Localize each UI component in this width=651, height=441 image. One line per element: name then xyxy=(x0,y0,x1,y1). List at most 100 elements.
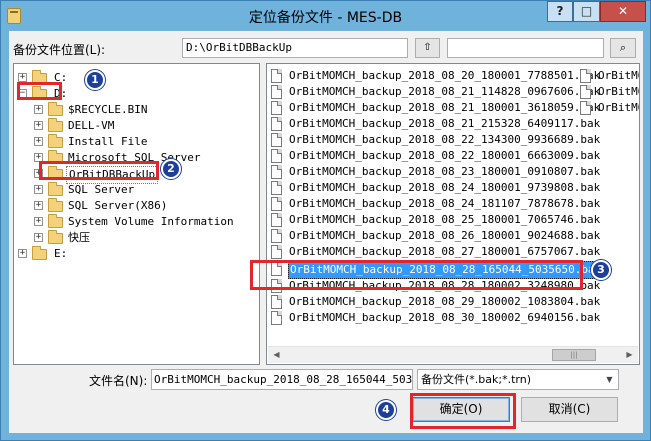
annotation-number-4: 4 xyxy=(376,400,396,420)
folder-icon xyxy=(48,150,63,164)
file-item[interactable]: OrBitMO xyxy=(580,100,639,118)
tree-item-label: SQL Server xyxy=(68,183,135,196)
file-name: OrBitMOMCH_backup_2018_08_24_181107_7878… xyxy=(289,197,601,210)
file-name: OrBitMO xyxy=(598,85,640,98)
bak-file-icon xyxy=(271,101,282,115)
cancel-button[interactable]: 取消(C) xyxy=(521,397,618,422)
search-input[interactable] xyxy=(447,38,604,58)
tree-item-label: C: xyxy=(54,71,68,84)
scroll-right-icon[interactable]: ▶ xyxy=(621,347,638,363)
tree-item-sql-server[interactable]: + SQL Server xyxy=(34,182,258,198)
annotation-number-1: 1 xyxy=(85,70,105,90)
bak-file-icon xyxy=(580,85,591,99)
file-list[interactable]: OrBitMOMCH_backup_2018_08_20_180001_7788… xyxy=(266,63,640,365)
folder-icon xyxy=(48,102,63,116)
bak-file-icon xyxy=(271,213,282,227)
file-item[interactable]: OrBitMOMCH_backup_2018_08_30_180002_6940… xyxy=(271,310,600,328)
tree-item-c[interactable]: + C: xyxy=(18,70,258,86)
bak-file-icon xyxy=(271,197,282,211)
folder-open-icon xyxy=(32,86,47,100)
filename-label: 文件名(N): xyxy=(89,374,148,388)
bak-file-icon xyxy=(271,149,282,163)
close-button[interactable]: ✕ xyxy=(600,1,646,22)
tree-item-system-volume-information[interactable]: + System Volume Information xyxy=(34,214,258,230)
expand-icon[interactable]: + xyxy=(18,249,27,258)
chevron-down-icon[interactable]: ▼ xyxy=(601,370,618,389)
bak-file-icon xyxy=(271,262,282,276)
tree-item-d[interactable]: − D: xyxy=(18,86,258,102)
folder-tree[interactable]: + C: − D: + $RECYCLE.BIN + DELL-VM + Ins… xyxy=(13,63,260,365)
collapse-icon[interactable]: − xyxy=(18,89,27,98)
scroll-left-icon[interactable]: ◀ xyxy=(268,347,285,363)
folder-icon xyxy=(48,118,63,132)
backup-location-label: 备份文件位置(L): xyxy=(13,43,106,57)
file-item-selected[interactable]: OrBitMOMCH_backup_2018_08_28_165044_5035… xyxy=(271,261,604,279)
file-name: OrBitMOMCH_backup_2018_08_28_165044_5035… xyxy=(288,261,604,279)
file-name: OrBitMO xyxy=(598,69,640,82)
file-name: OrBitMOMCH_backup_2018_08_21_114828_0967… xyxy=(289,85,601,98)
file-name: OrBitMOMCH_backup_2018_08_30_180002_6940… xyxy=(289,311,601,324)
scrollbar-thumb[interactable]: ||| xyxy=(552,349,596,361)
bak-file-icon xyxy=(271,69,282,83)
bak-file-icon xyxy=(271,295,282,309)
folder-icon xyxy=(48,182,63,196)
filetype-value: 备份文件(*.bak;*.trn) xyxy=(421,373,531,386)
expand-icon[interactable]: + xyxy=(34,153,43,162)
file-item[interactable]: OrBitMOMCH_backup_2018_08_27_180001_6757… xyxy=(271,244,600,262)
tree-item-label: $RECYCLE.BIN xyxy=(68,103,148,116)
folder-icon xyxy=(48,214,63,228)
file-name: OrBitMOMCH_backup_2018_08_22_180001_6663… xyxy=(289,149,601,162)
maximize-button[interactable]: □ xyxy=(573,1,600,22)
help-button[interactable]: ? xyxy=(547,1,573,22)
expand-icon[interactable]: + xyxy=(34,169,43,178)
tree-item-kuaiya[interactable]: + 快压 xyxy=(34,230,258,246)
file-name: OrBitMOMCH_backup_2018_08_28_180002_3248… xyxy=(289,279,601,292)
file-name: OrBitMOMCH_backup_2018_08_21_215328_6409… xyxy=(289,117,601,130)
tree-item-label: 快压 xyxy=(68,231,90,244)
file-name: OrBitMOMCH_backup_2018_08_23_180001_0910… xyxy=(289,165,601,178)
file-name: OrBitMOMCH_backup_2018_08_29_180002_1083… xyxy=(289,295,601,308)
tree-item-e[interactable]: + E: xyxy=(18,246,258,262)
horizontal-scrollbar[interactable]: ◀ ||| ▶ xyxy=(268,346,638,363)
folder-icon xyxy=(32,246,47,260)
tree-item-label: D: xyxy=(54,87,68,100)
folder-up-icon: ⇧ xyxy=(423,42,432,53)
bak-file-icon xyxy=(271,229,282,243)
bak-file-icon xyxy=(580,69,591,83)
bak-file-icon xyxy=(271,85,282,99)
expand-icon[interactable]: + xyxy=(34,201,43,210)
filetype-select[interactable]: 备份文件(*.bak;*.trn) ▼ xyxy=(417,369,619,390)
tree-item-orbitdbbackup[interactable]: + OrBitDBBackUp xyxy=(34,166,258,184)
title-bar: 定位备份文件 - MES-DB ? □ ✕ xyxy=(1,1,650,31)
folder-icon xyxy=(48,198,63,212)
file-name: OrBitMOMCH_backup_2018_08_20_180001_7788… xyxy=(289,69,601,82)
bak-file-icon xyxy=(271,311,282,325)
expand-icon[interactable]: + xyxy=(34,217,43,226)
expand-icon[interactable]: + xyxy=(34,121,43,130)
tree-item-install-file[interactable]: + Install File xyxy=(34,134,258,150)
tree-item-dell-vm[interactable]: + DELL-VM xyxy=(34,118,258,134)
expand-icon[interactable]: + xyxy=(34,233,43,242)
tree-item-recycle-bin[interactable]: + $RECYCLE.BIN xyxy=(34,102,258,118)
search-button[interactable]: ⌕ xyxy=(610,38,636,58)
ok-button[interactable]: 确定(O) xyxy=(412,397,510,422)
bak-file-icon xyxy=(271,117,282,131)
backup-location-field[interactable]: D:\OrBitDBBackUp xyxy=(182,38,408,58)
expand-icon[interactable]: + xyxy=(34,105,43,114)
tree-item-label: DELL-VM xyxy=(68,119,115,132)
bak-file-icon xyxy=(271,165,282,179)
expand-icon[interactable]: + xyxy=(34,185,43,194)
file-name: OrBitMOMCH_backup_2018_08_26_180001_9024… xyxy=(289,229,601,242)
bak-file-icon xyxy=(271,133,282,147)
expand-icon[interactable]: + xyxy=(34,137,43,146)
tree-item-sql-server-x86[interactable]: + SQL Server(X86) xyxy=(34,198,258,214)
tree-item-label: System Volume Information xyxy=(68,215,234,228)
annotation-number-3: 3 xyxy=(591,260,611,280)
expand-icon[interactable]: + xyxy=(18,73,27,82)
browse-folder-button[interactable]: ⇧ xyxy=(415,38,440,58)
folder-icon xyxy=(48,230,63,244)
filename-field[interactable]: OrBitMOMCH_backup_2018_08_28_165044_5035… xyxy=(151,369,413,390)
tree-item-microsoft-sql-server[interactable]: + Microsoft SQL Server xyxy=(34,150,258,166)
tree-item-label: Microsoft SQL Server xyxy=(68,151,201,164)
locate-backup-file-dialog: 定位备份文件 - MES-DB ? □ ✕ 备份文件位置(L): D:\OrBi… xyxy=(0,0,651,441)
